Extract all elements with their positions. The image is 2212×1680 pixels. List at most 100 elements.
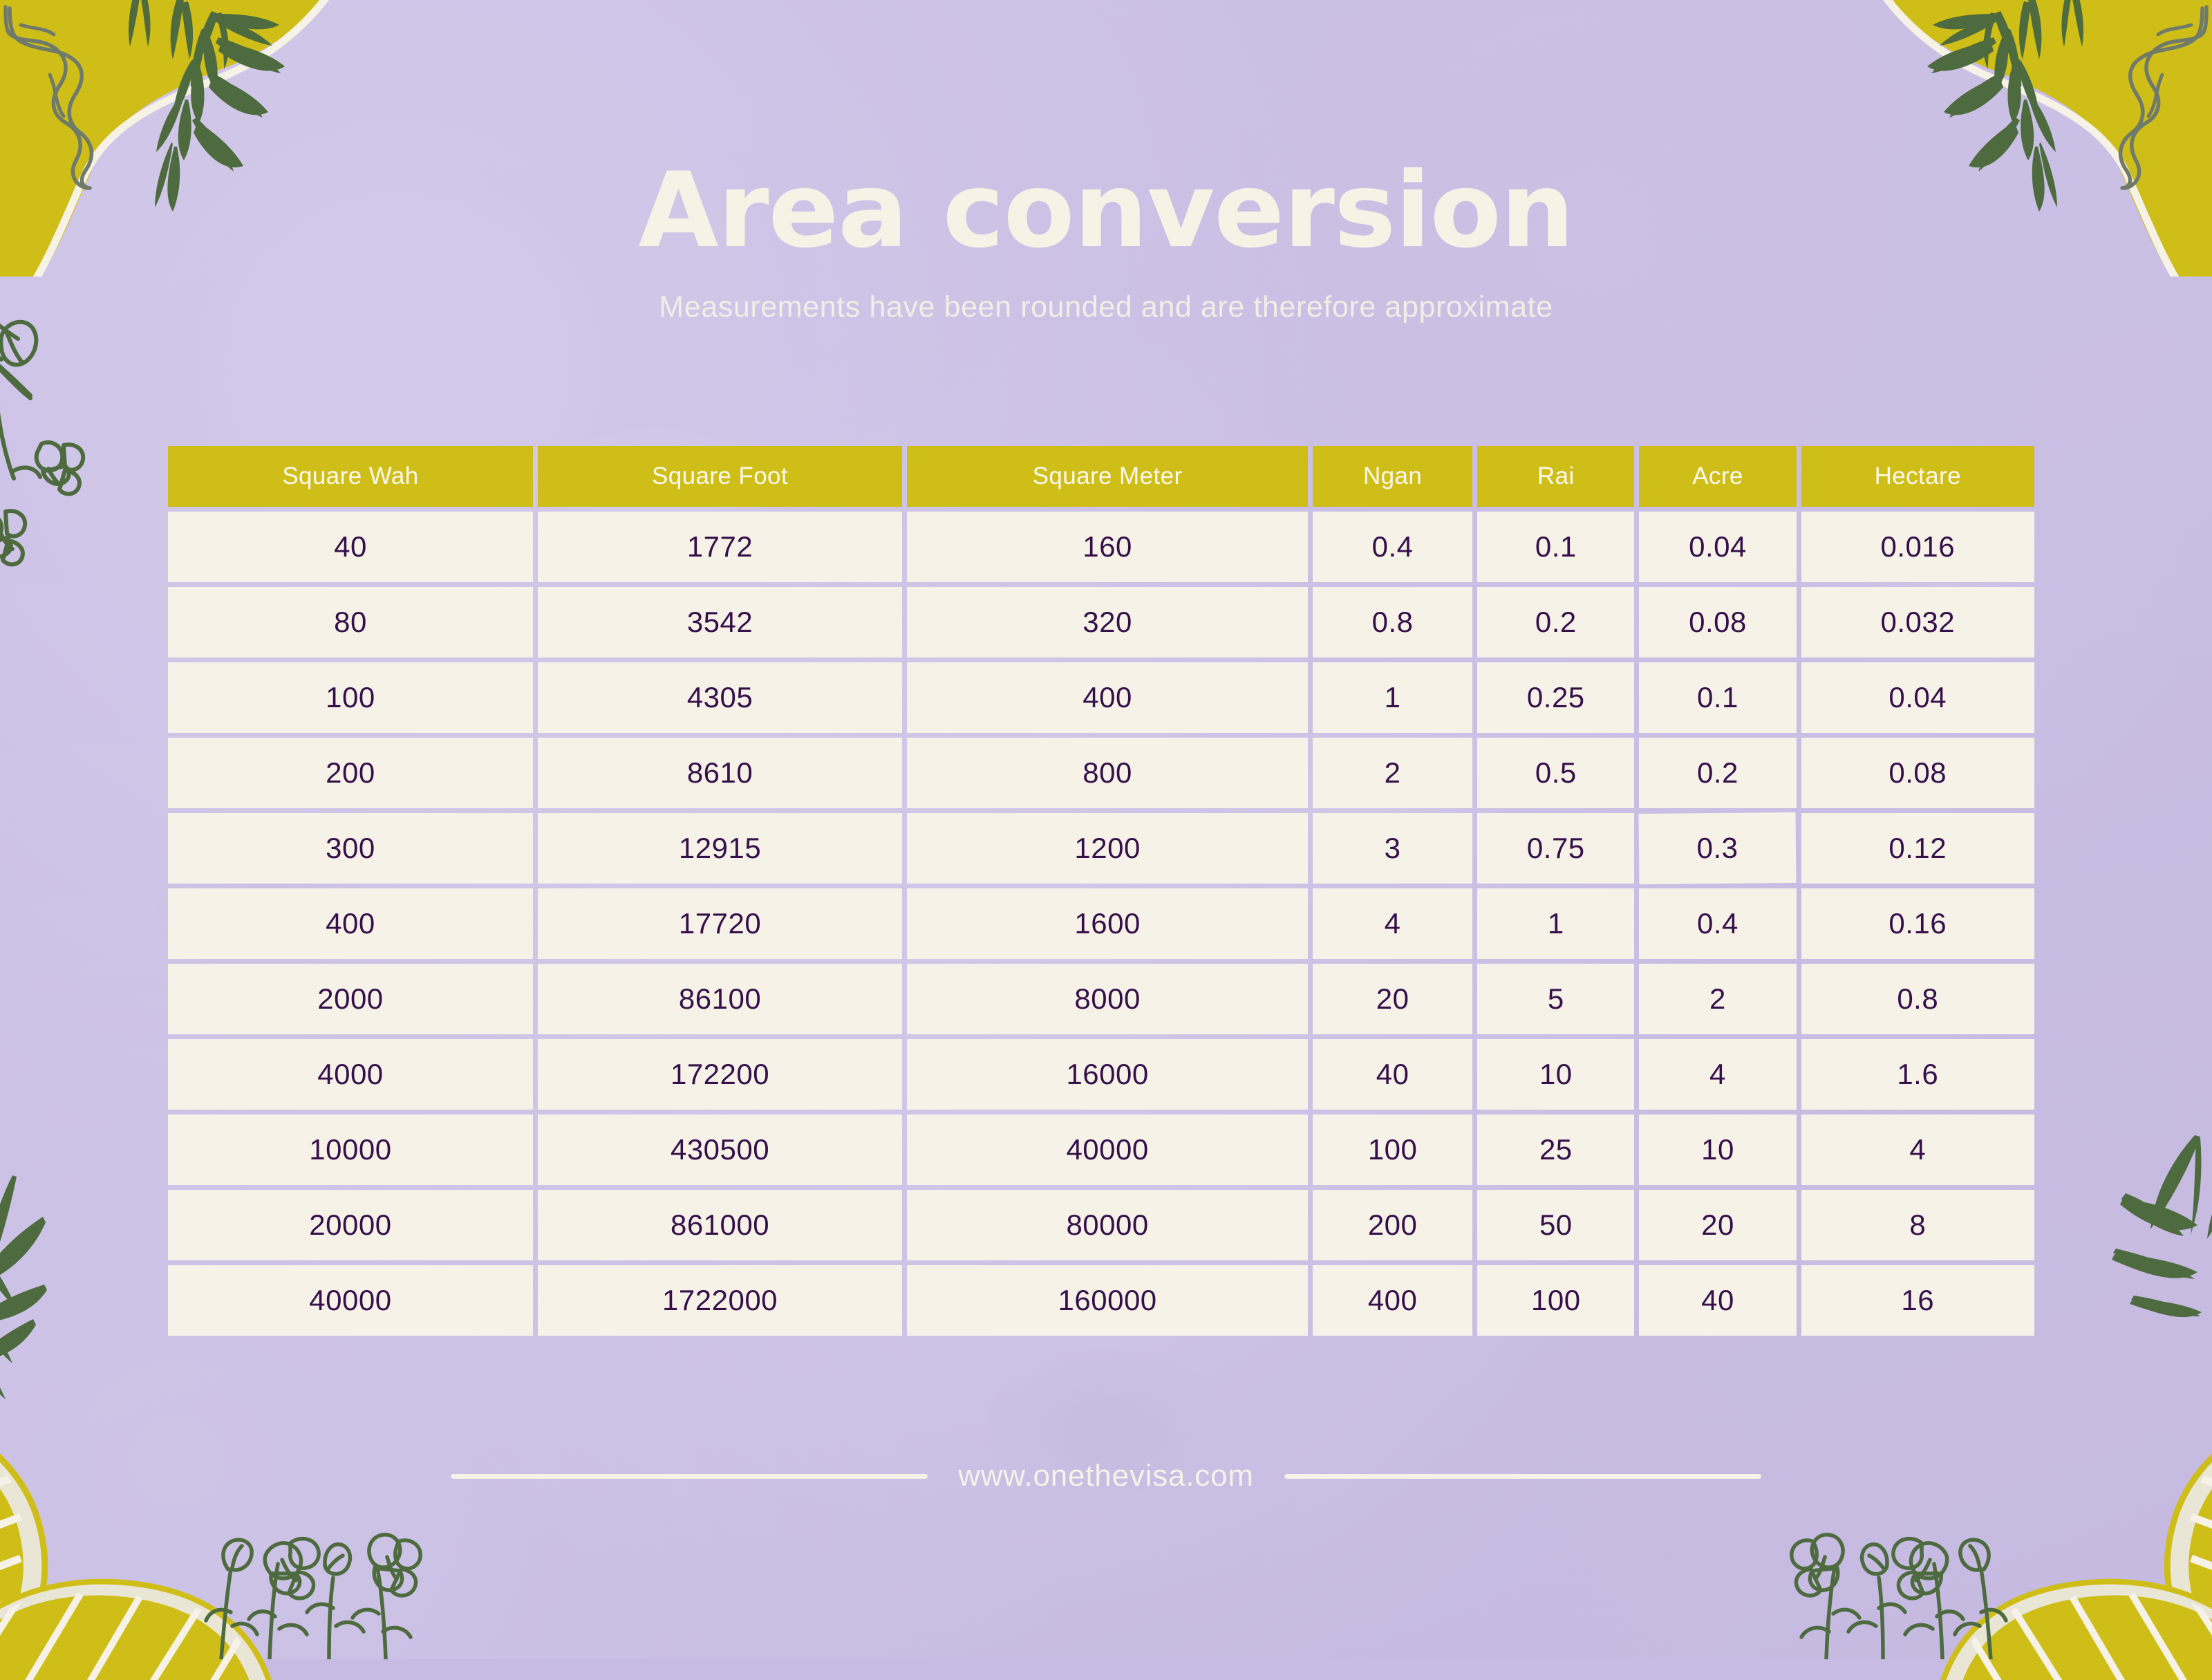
- table-cell: 16: [1801, 1265, 2034, 1336]
- table-cell: 0.4: [1313, 512, 1473, 582]
- table-cell: 0.08: [1801, 738, 2034, 808]
- page-title: Area conversion: [638, 151, 1574, 271]
- table-cell: 80: [168, 587, 533, 657]
- table-cell: 0.8: [1801, 964, 2034, 1034]
- table-cell: 8610: [537, 738, 903, 808]
- table-cell: 8000: [907, 964, 1308, 1034]
- table-row: 100 4305 400 1 0.25 0.1 0.04: [168, 662, 2034, 733]
- page-footer: www.onethevisa.com: [0, 1452, 2212, 1500]
- table-cell: 0.016: [1801, 512, 2034, 582]
- table-cell: 3: [1313, 813, 1473, 884]
- table-cell: 0.3: [1638, 812, 1797, 885]
- table-cell: 2: [1639, 964, 1797, 1034]
- table-cell: 20: [1313, 964, 1473, 1034]
- table-cell: 1600: [907, 888, 1308, 959]
- table-cell: 1: [1477, 888, 1635, 959]
- table-cell: 50: [1477, 1190, 1635, 1260]
- table-cell: 0.8: [1313, 587, 1473, 657]
- footer-divider-right: [1284, 1473, 1761, 1479]
- table-cell: 10: [1639, 1114, 1797, 1185]
- table-cell: 8: [1801, 1190, 2034, 1260]
- table-cell: 0.032: [1801, 587, 2034, 657]
- table-head: Square Wah Square Foot Square Meter Ngan Rai…: [168, 446, 2034, 507]
- table-cell: 400: [168, 888, 533, 959]
- table-row: 40000 1722000 160000 400 100 40 16: [168, 1265, 2034, 1336]
- table-row: 10000 430500 40000 100 25 10 4: [168, 1114, 2034, 1185]
- table-cell: 400: [907, 662, 1308, 733]
- table-cell: 0.2: [1477, 587, 1635, 657]
- table-cell: 86100: [537, 964, 903, 1034]
- table-cell: 0.25: [1477, 662, 1635, 733]
- table-cell: 2: [1313, 738, 1473, 808]
- website-url: www.onethevisa.com: [958, 1459, 1254, 1493]
- table-cell: 800: [907, 738, 1308, 808]
- table-cell: 0.08: [1639, 587, 1797, 657]
- table-cell: 10: [1477, 1039, 1635, 1110]
- table-cell: 40: [168, 512, 533, 582]
- table-row: 2000 86100 8000 20 5 2 0.8: [168, 964, 2034, 1034]
- table-cell: 40000: [907, 1114, 1308, 1185]
- table-cell: 4: [1801, 1114, 2034, 1185]
- table-cell: 0.4: [1639, 888, 1797, 959]
- table-row: 200 8610 800 2 0.5 0.2 0.08: [168, 738, 2034, 808]
- table-body: 40 1772 160 0.4 0.1 0.04 0.016 80 3542 320 0.8 0.2 0…: [168, 512, 2034, 1336]
- table-row: 4000 172200 16000 40 10 4 1.6: [168, 1039, 2034, 1110]
- table-cell: 0.1: [1477, 512, 1635, 582]
- table-cell: 861000: [537, 1190, 903, 1260]
- table-cell: 400: [1313, 1265, 1473, 1336]
- table-row: 300 12915 1200 3 0.75 0.3 0.12: [168, 812, 2034, 885]
- table-row: 40 1772 160 0.4 0.1 0.04 0.016: [168, 512, 2034, 582]
- table-cell: 12915: [537, 813, 903, 884]
- table-cell: 430500: [537, 1114, 903, 1185]
- table-cell: 40: [1639, 1265, 1797, 1336]
- table-cell: 5: [1477, 964, 1635, 1034]
- table-cell: 4305: [537, 662, 903, 733]
- table-cell: 40: [1313, 1039, 1473, 1110]
- column-header-square-foot: Square Foot: [537, 446, 903, 507]
- column-header-hectare: Hectare: [1801, 446, 2034, 507]
- table-row: 80 3542 320 0.8 0.2 0.08 0.032: [168, 587, 2034, 657]
- footer-divider-left: [451, 1473, 928, 1479]
- table-cell: 1200: [907, 813, 1308, 884]
- table-cell: 300: [168, 813, 533, 884]
- table-cell: 200: [1313, 1190, 1473, 1260]
- table-cell: 4000: [168, 1039, 533, 1110]
- column-header-acre: Acre: [1639, 446, 1797, 507]
- column-header-rai: Rai: [1477, 446, 1635, 507]
- table-cell: 1.6: [1801, 1039, 2034, 1110]
- table-cell: 2000: [168, 964, 533, 1034]
- table-cell: 25: [1477, 1114, 1635, 1185]
- table-cell: 80000: [907, 1190, 1308, 1260]
- table-cell: 3542: [537, 587, 903, 657]
- table-cell: 1722000: [537, 1265, 903, 1336]
- table-cell: 17720: [537, 888, 903, 959]
- column-header-square-wah: Square Wah: [168, 446, 533, 507]
- column-header-ngan: Ngan: [1313, 446, 1473, 507]
- table-row: 400 17720 1600 4 1 0.4 0.16: [168, 888, 2034, 959]
- table-cell: 0.04: [1801, 662, 2034, 733]
- table-cell: 100: [1477, 1265, 1635, 1336]
- table-cell: 160000: [907, 1265, 1308, 1336]
- table-cell: 0.75: [1477, 813, 1635, 884]
- table-cell: 200: [168, 738, 533, 808]
- table-cell: 10000: [168, 1114, 533, 1185]
- table-cell: 100: [168, 662, 533, 733]
- table-cell: 0.5: [1477, 738, 1635, 808]
- table-cell: 0.04: [1639, 512, 1797, 582]
- table-cell: 20000: [168, 1190, 533, 1260]
- column-header-square-meter: Square Meter: [907, 446, 1308, 507]
- table-cell: 4: [1639, 1039, 1797, 1110]
- table-cell: 20: [1639, 1190, 1797, 1260]
- page-header: Area conversion Measurements have been r…: [0, 159, 2212, 324]
- table-cell: 16000: [907, 1039, 1308, 1110]
- conversion-table-wrapper: Square Wah Square Foot Square Meter Ngan Rai…: [168, 446, 2044, 1336]
- table-header-row: Square Wah Square Foot Square Meter Ngan Rai…: [168, 446, 2034, 507]
- table-cell: 0.1: [1639, 662, 1797, 733]
- table-cell: 320: [907, 587, 1308, 657]
- table-cell: 0.12: [1801, 813, 2034, 884]
- table-cell: 172200: [537, 1039, 903, 1110]
- table-cell: 1: [1313, 662, 1473, 733]
- table-cell: 1772: [537, 512, 903, 582]
- table-cell: 40000: [168, 1265, 533, 1336]
- table-row: 20000 861000 80000 200 50 20 8: [168, 1190, 2034, 1260]
